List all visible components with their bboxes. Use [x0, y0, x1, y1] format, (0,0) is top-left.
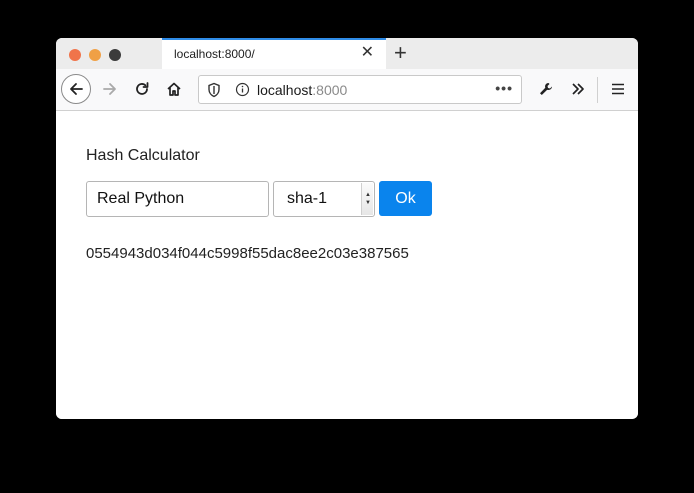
chevron-down-icon: ▼ — [365, 200, 371, 206]
hash-result: 0554943d034f044c5998f55dac8ee2c03e387565 — [86, 245, 409, 262]
close-window-button[interactable] — [69, 49, 81, 61]
algorithm-select-value: sha-1 — [287, 190, 328, 207]
forward-button[interactable] — [96, 75, 124, 103]
maximize-window-button[interactable] — [109, 49, 121, 61]
close-tab-icon[interactable]: ✕ — [361, 45, 374, 61]
page-content: Hash Calculator sha-1 ▲ ▼ Ok 0554943d034… — [56, 111, 638, 419]
new-tab-button[interactable]: + — [394, 42, 407, 64]
browser-window: localhost:8000/ ✕ + localhost:8000 ••• H… — [56, 38, 638, 419]
back-button[interactable] — [61, 74, 91, 104]
url-text[interactable]: localhost:8000 — [257, 82, 347, 98]
tracking-shield-icon[interactable] — [207, 82, 221, 103]
navigation-bar: localhost:8000 ••• — [56, 69, 638, 111]
algorithm-select[interactable]: sha-1 ▲ ▼ — [273, 181, 375, 217]
url-port: :8000 — [312, 82, 348, 98]
minimize-window-button[interactable] — [89, 49, 101, 61]
toolbar-separator — [597, 77, 598, 103]
home-icon — [167, 82, 181, 96]
site-info-icon[interactable] — [235, 82, 250, 102]
tab-localhost[interactable]: localhost:8000/ ✕ — [162, 38, 386, 69]
tab-strip: localhost:8000/ ✕ + — [56, 38, 638, 69]
url-bar[interactable]: localhost:8000 ••• — [198, 75, 522, 104]
url-host: localhost — [257, 82, 313, 98]
tab-title: localhost:8000/ — [174, 47, 255, 61]
reload-icon — [136, 82, 149, 95]
chevron-up-icon: ▲ — [365, 192, 371, 198]
text-input[interactable] — [86, 181, 269, 217]
double-chevron-icon — [572, 83, 584, 95]
overflow-menu-button[interactable] — [564, 75, 592, 103]
arrow-right-icon — [103, 83, 116, 95]
select-stepper[interactable]: ▲ ▼ — [361, 183, 373, 215]
page-title: Hash Calculator — [86, 147, 200, 164]
ok-button[interactable]: Ok — [379, 181, 432, 216]
arrow-left-icon — [70, 83, 83, 95]
wrench-icon — [540, 83, 552, 95]
reload-button[interactable] — [128, 75, 156, 103]
developer-tools-button[interactable] — [532, 75, 560, 103]
home-button[interactable] — [160, 75, 188, 103]
page-actions-icon[interactable]: ••• — [495, 80, 513, 96]
hamburger-menu-button[interactable] — [604, 75, 632, 103]
hamburger-icon — [612, 83, 624, 95]
